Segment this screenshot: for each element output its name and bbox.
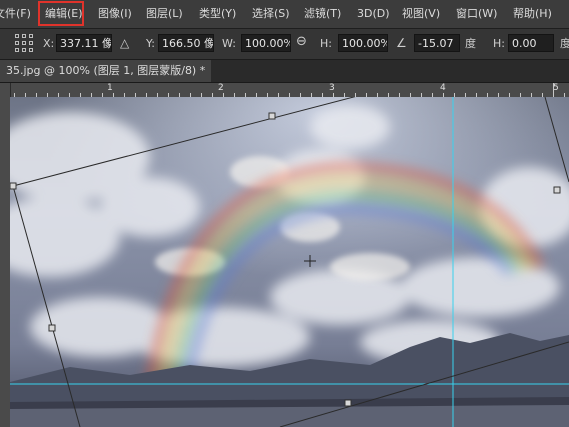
y-field[interactable]: 166.50 像 (158, 34, 214, 52)
document-tab[interactable]: 35.jpg @ 100% (图层 1, 图层蒙版/8) * (0, 60, 212, 82)
h-label: H: (320, 37, 332, 50)
options-bar: X: 337.11 像 △ Y: 166.50 像 W: 100.00% ⊖ H… (0, 29, 569, 60)
menu-image[interactable]: 图像(I) (98, 6, 132, 22)
document-tab-bar: 35.jpg @ 100% (图层 1, 图层蒙版/8) * (0, 60, 569, 83)
skew-unit: 度 (560, 37, 569, 50)
ruler-label-2: 2 (218, 83, 224, 93)
menu-filter[interactable]: 滤镜(T) (304, 6, 341, 22)
skew-h-field[interactable]: 0.00 (508, 34, 554, 52)
menu-select[interactable]: 选择(S) (252, 6, 290, 22)
menu-highlight-box (38, 1, 84, 26)
h-field[interactable]: 100.00% (338, 34, 388, 52)
menu-3d[interactable]: 3D(D) (357, 6, 390, 22)
horizontal-ruler: 1 2 3 4 5 (10, 83, 569, 98)
canvas-image (10, 97, 569, 427)
menu-layer[interactable]: 图层(L) (146, 6, 183, 22)
ruler-label-1: 1 (107, 83, 113, 93)
menu-type[interactable]: 类型(Y) (199, 6, 236, 22)
ruler-tick (553, 83, 554, 97)
link-icon[interactable]: ⊖ (296, 35, 307, 49)
angle-icon: ∠ (396, 36, 407, 50)
w-field[interactable]: 100.00% (241, 34, 291, 52)
angle-field[interactable]: -15.07 (414, 34, 460, 52)
ruler-label-3: 3 (329, 83, 335, 93)
x-field[interactable]: 337.11 像 (56, 34, 112, 52)
document-canvas[interactable] (10, 97, 569, 427)
reference-point-grid-icon[interactable] (15, 34, 33, 52)
w-label: W: (222, 37, 236, 50)
ruler-label-4: 4 (440, 83, 446, 93)
menu-view[interactable]: 视图(V) (402, 6, 440, 22)
delta-icon[interactable]: △ (120, 36, 129, 50)
x-label: X: (43, 37, 55, 50)
menu-window[interactable]: 窗口(W) (456, 6, 497, 22)
angle-unit: 度 (465, 37, 476, 50)
menu-bar: 文件(F) 编辑(E) 图像(I) 图层(L) 类型(Y) 选择(S) 滤镜(T… (0, 0, 569, 29)
skew-h-label: H: (493, 37, 505, 50)
y-label: Y: (146, 37, 155, 50)
menu-file[interactable]: 文件(F) (0, 6, 31, 22)
menu-help[interactable]: 帮助(H) (513, 6, 552, 22)
